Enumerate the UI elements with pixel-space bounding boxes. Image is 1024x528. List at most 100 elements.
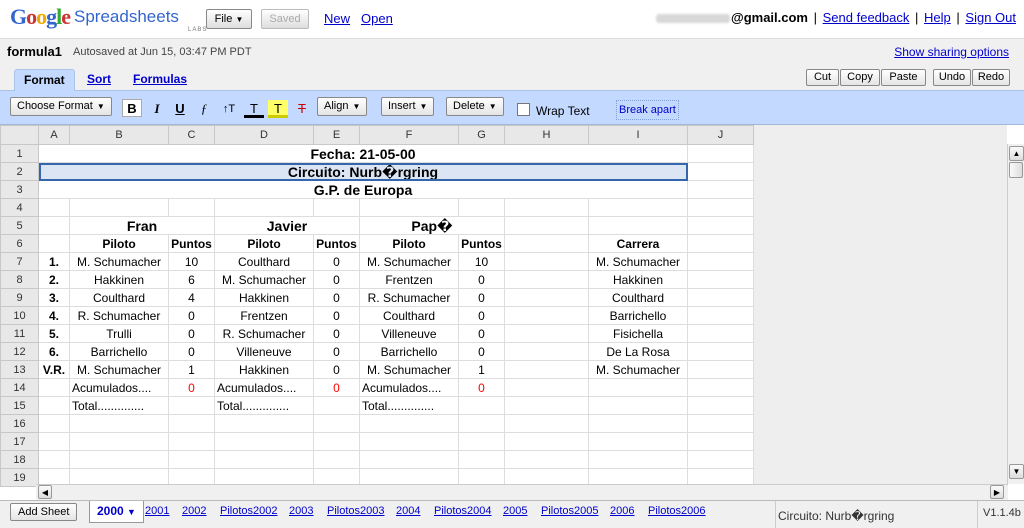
sheet-tab[interactable]: 2002 — [182, 505, 206, 517]
cell[interactable] — [687, 396, 754, 415]
row-header[interactable]: 5 — [0, 216, 39, 235]
wrap-text-checkbox[interactable] — [517, 103, 530, 116]
cell[interactable] — [687, 342, 754, 361]
cell-race-result[interactable]: Fisichella — [588, 324, 688, 343]
cell-driver[interactable]: M. Schumacher — [69, 360, 169, 379]
cell[interactable] — [687, 234, 754, 253]
cell-header-piloto[interactable]: Piloto — [214, 234, 314, 253]
row-header[interactable]: 17 — [0, 432, 39, 451]
cell-acumulados-label[interactable]: Acumulados.... — [359, 378, 459, 397]
row-header[interactable]: 13 — [0, 360, 39, 379]
cell[interactable] — [38, 198, 70, 217]
cell[interactable] — [504, 216, 589, 235]
cell-points[interactable]: 1 — [168, 360, 215, 379]
cell[interactable] — [168, 432, 215, 451]
cut-button[interactable]: Cut — [806, 69, 839, 86]
cell-position[interactable]: 2. — [38, 270, 70, 289]
corner-header[interactable] — [0, 125, 39, 145]
cell[interactable] — [687, 378, 754, 397]
cell-points[interactable]: 10 — [168, 252, 215, 271]
paste-button[interactable]: Paste — [881, 69, 926, 86]
row-header[interactable]: 7 — [0, 252, 39, 271]
row-header[interactable]: 18 — [0, 450, 39, 469]
cell-position[interactable]: 1. — [38, 252, 70, 271]
cell[interactable] — [38, 396, 70, 415]
cell-points[interactable]: 0 — [458, 288, 505, 307]
sheet-tab-active[interactable]: 2000 ▼ — [89, 501, 144, 523]
cell-acumulados-value[interactable]: 0 — [313, 378, 360, 397]
cell-points[interactable]: 0 — [313, 288, 360, 307]
row-header[interactable]: 12 — [0, 342, 39, 361]
cell[interactable] — [458, 396, 505, 415]
cell-player-name[interactable]: Pap� — [359, 216, 505, 235]
cell[interactable] — [588, 198, 688, 217]
redo-button[interactable]: Redo — [972, 69, 1010, 86]
cell-header-carrera[interactable]: Carrera — [588, 234, 688, 253]
cell-race-result[interactable]: Barrichello — [588, 306, 688, 325]
cell-driver[interactable]: Coulthard — [69, 288, 169, 307]
cell-points[interactable]: 4 — [168, 288, 215, 307]
cell[interactable] — [504, 432, 589, 451]
cell[interactable] — [687, 180, 754, 199]
cell[interactable] — [588, 432, 688, 451]
cell-position[interactable]: V.R. — [38, 360, 70, 379]
help-link[interactable]: Help — [924, 10, 951, 25]
cell-points[interactable]: 0 — [313, 270, 360, 289]
cell[interactable] — [687, 162, 754, 181]
cell-driver[interactable]: M. Schumacher — [214, 270, 314, 289]
spreadsheet-grid[interactable]: A B C D E F G H I J 1 Fecha: 21-05-00 2 … — [0, 125, 1024, 500]
cell[interactable] — [168, 396, 215, 415]
sheet-tab[interactable]: 2004 — [396, 505, 420, 517]
insert-button[interactable]: Insert ▼ — [381, 97, 435, 116]
column-header[interactable]: I — [588, 125, 688, 145]
cell[interactable] — [588, 450, 688, 469]
row-header[interactable]: 2 — [0, 162, 39, 181]
cell-points[interactable]: 0 — [168, 342, 215, 361]
cell[interactable] — [38, 216, 70, 235]
vertical-scrollbar[interactable]: ▲ ▼ — [1007, 144, 1024, 484]
cell[interactable] — [214, 432, 314, 451]
cell-points[interactable]: 6 — [168, 270, 215, 289]
cell-date[interactable]: Fecha: 21-05-00 — [38, 144, 688, 163]
cell-driver[interactable]: Frentzen — [359, 270, 459, 289]
cell-header-puntos[interactable]: Puntos — [313, 234, 360, 253]
cell[interactable] — [359, 432, 459, 451]
cell-position[interactable]: 5. — [38, 324, 70, 343]
google-spreadsheets-logo[interactable]: Google Spreadsheets LABS — [10, 4, 206, 34]
cell-driver[interactable]: M. Schumacher — [359, 252, 459, 271]
cell[interactable] — [38, 414, 70, 433]
add-sheet-button[interactable]: Add Sheet — [10, 503, 78, 521]
row-header[interactable]: 1 — [0, 144, 39, 163]
row-header[interactable]: 16 — [0, 414, 39, 433]
sheet-tab[interactable]: Pilotos2006 — [648, 505, 706, 517]
cell-race-result[interactable]: Hakkinen — [588, 270, 688, 289]
cell[interactable] — [168, 414, 215, 433]
cell-total-label[interactable]: Total.............. — [69, 396, 169, 415]
cell-driver[interactable]: M. Schumacher — [359, 360, 459, 379]
row-header[interactable]: 6 — [0, 234, 39, 253]
horizontal-scrollbar[interactable]: ◀ ▶ — [36, 484, 1008, 500]
row-header[interactable]: 4 — [0, 198, 39, 217]
copy-button[interactable]: Copy — [840, 69, 880, 86]
cell[interactable] — [38, 432, 70, 451]
sheet-tab[interactable]: 2006 — [610, 505, 634, 517]
cell[interactable] — [69, 432, 169, 451]
new-link[interactable]: New — [324, 11, 350, 26]
cell-race-result[interactable]: M. Schumacher — [588, 360, 688, 379]
cell[interactable] — [504, 252, 589, 271]
cell-position[interactable]: 6. — [38, 342, 70, 361]
cell[interactable] — [504, 198, 589, 217]
highlight-color-icon[interactable]: T — [268, 100, 288, 118]
cell[interactable] — [69, 198, 169, 217]
cell-player-name[interactable]: Fran — [69, 216, 215, 235]
row-header[interactable]: 14 — [0, 378, 39, 397]
cell[interactable] — [504, 360, 589, 379]
cell[interactable] — [687, 270, 754, 289]
cell-points[interactable]: 0 — [168, 324, 215, 343]
sheet-tab[interactable]: 2001 — [145, 505, 169, 517]
cell-acumulados-label[interactable]: Acumulados.... — [69, 378, 169, 397]
row-header[interactable]: 8 — [0, 270, 39, 289]
cell[interactable] — [504, 414, 589, 433]
cell[interactable] — [687, 432, 754, 451]
saved-button[interactable]: Saved — [261, 9, 309, 29]
